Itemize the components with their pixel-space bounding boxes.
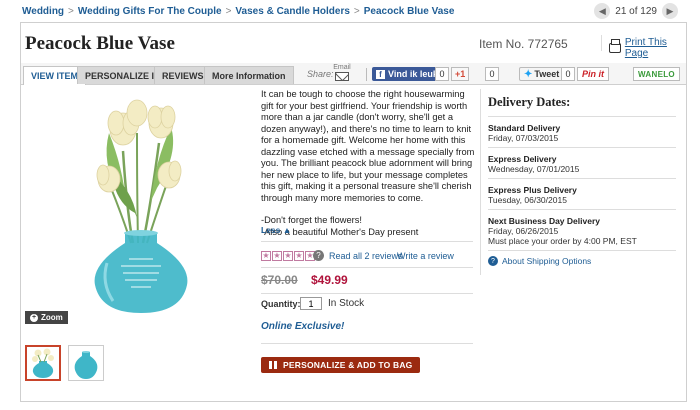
zoom-icon: + [30,313,38,322]
star-icon: ★ [261,251,271,261]
divider [488,116,676,117]
product-description: It can be tough to choose the right hous… [261,89,475,238]
google-plus-button[interactable]: +1 [451,67,470,81]
star-rating: ★ ★ ★ ★ ★ [261,251,315,261]
divider [261,293,473,294]
divider [488,147,676,148]
product-panel: Peacock Blue Vase Item No. 772765 Print … [20,22,687,402]
pin-it-button[interactable]: Pin it [577,67,609,81]
add-to-bag-label: PERSONALIZE & ADD TO BAG [283,360,413,370]
facebook-like-button[interactable]: f Vind ik leuk [372,67,442,81]
facebook-like-label: Vind ik leuk [388,69,438,79]
less-label: Less [261,225,281,235]
divider [488,209,676,210]
star-icon: ★ [283,251,293,261]
chevron-left-icon[interactable]: ◀ [594,3,611,19]
zoom-button[interactable]: + Zoom [25,311,68,324]
help-icon: ? [488,256,498,266]
envelope-icon [335,72,349,81]
divider [261,241,473,242]
pager-count: 21 of 129 [615,5,657,17]
delivery-option-note: Must place your order by 4:00 PM, EST [488,236,637,246]
delivery-option-date: Wednesday, 07/01/2015 [488,164,580,174]
thumbnail-image [32,348,54,378]
original-price: $70.00 [261,273,298,287]
thumbnail-with-flowers[interactable] [25,345,61,381]
email-share-button[interactable]: Email [331,64,353,81]
breadcrumb-wedding-gifts[interactable]: Wedding Gifts For The Couple [78,6,222,17]
thumbnail-image [74,351,98,379]
write-review-link[interactable]: Write a review [397,251,454,261]
read-reviews-link[interactable]: Read all 2 reviews [329,251,403,261]
product-image[interactable] [71,93,211,315]
print-page-label: Print This Page [624,37,667,59]
tweet-button[interactable]: ✦ Tweet [519,67,565,81]
divider [366,68,367,81]
zoom-label: Zoom [41,313,63,322]
delivery-option-date: Friday, 06/26/2015 [488,226,559,236]
delivery-option-name: Next Business Day Delivery [488,216,600,226]
item-number: Item No. 772765 [479,37,568,51]
facebook-like-count: 0 [435,67,449,81]
divider [601,35,602,51]
facebook-icon: f [376,69,385,79]
divider [480,89,481,275]
product-title: Peacock Blue Vase [25,33,175,54]
delivery-title: Delivery Dates: [488,95,571,109]
delivery-option-name: Express Delivery [488,154,557,164]
chevron-right-icon[interactable]: ▶ [662,3,678,19]
delivery-option-date: Friday, 07/03/2015 [488,133,559,143]
description-text: It can be tough to choose the right hous… [261,89,475,203]
delivery-option-name: Standard Delivery [488,123,561,133]
online-exclusive-label: Online Exclusive! [261,321,345,332]
tab-more-information[interactable]: More Information [204,66,294,84]
tab-bar: VIEW ITEM PERSONALIZE IT REVIEWS More In… [21,63,686,85]
delivery-option-date: Tuesday, 06/30/2015 [488,195,567,205]
email-label: Email [333,64,351,71]
tweet-label: Tweet [534,69,560,79]
breadcrumb-separator: > [353,6,360,17]
about-shipping-link[interactable]: ? About Shipping Options [488,256,591,266]
tweet-count: 0 [561,67,575,81]
breadcrumb-current[interactable]: Peacock Blue Vase [364,6,455,17]
twitter-bird-icon: ✦ [524,68,533,80]
divider [261,343,473,344]
tab-reviews[interactable]: REVIEWS [154,66,212,84]
wanelo-button[interactable]: WANELO [633,67,680,81]
breadcrumb-separator: > [68,6,74,17]
printer-icon [609,39,621,53]
question-icon[interactable]: ? [313,250,324,261]
breadcrumb: Wedding > Wedding Gifts For The Couple > Vas… [22,6,454,17]
star-icon: ★ [294,251,304,261]
breadcrumb-separator: > [225,6,232,17]
product-pager: ◀ 21 of 129 ▶ [594,3,678,19]
google-plus-label: +1 [455,69,466,79]
gift-icon [269,361,277,369]
share-label: Share: [307,69,334,79]
less-toggle[interactable]: Less ▲ [261,225,291,235]
thumbnail-vase-only[interactable] [68,345,104,381]
personalize-add-to-bag-button[interactable]: PERSONALIZE & ADD TO BAG [261,357,421,373]
stock-status: In Stock [328,298,365,309]
description-bullet: -Also a beautiful Mother's Day present [261,226,419,237]
quantity-label: Quantity: [261,299,301,309]
caret-up-icon: ▲ [282,225,292,235]
breadcrumb-wedding[interactable]: Wedding [22,6,64,17]
star-icon: ★ [272,251,282,261]
quantity-input[interactable] [300,297,322,310]
divider [261,267,473,268]
google-plus-count: 0 [485,67,499,81]
divider [488,250,676,251]
about-shipping-label: About Shipping Options [502,256,592,266]
sale-price: $49.99 [311,273,348,287]
top-bar: Wedding > Wedding Gifts For The Couple > Vas… [0,0,700,22]
print-page-link[interactable]: Print This Page [609,37,686,59]
description-bullet: -Don't forget the flowers! [261,215,362,225]
divider [488,178,676,179]
breadcrumb-vases[interactable]: Vases & Candle Holders [235,6,350,17]
delivery-option-name: Express Plus Delivery [488,185,577,195]
